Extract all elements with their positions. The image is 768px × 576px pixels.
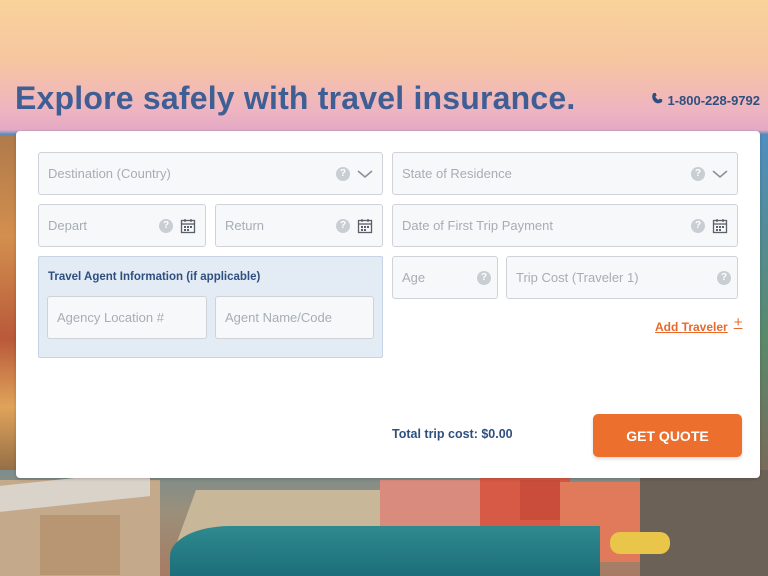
state-placeholder: State of Residence (402, 166, 512, 181)
background-cliff-left (0, 135, 16, 475)
age-placeholder: Age (402, 270, 426, 285)
trip-cost-placeholder: Trip Cost (Traveler 1) (516, 270, 639, 285)
agency-location-placeholder: Agency Location # (57, 310, 164, 325)
state-of-residence-select[interactable]: State of Residence ? (392, 152, 738, 195)
background-town-image (0, 470, 768, 576)
phone-link[interactable]: 1-800-228-9792 (651, 92, 760, 108)
background-cliff-right (760, 135, 768, 475)
return-date-input[interactable]: Return ? (215, 204, 383, 247)
hero-title: Explore safely with travel insurance. (15, 80, 576, 116)
first-payment-placeholder: Date of First Trip Payment (402, 218, 553, 233)
destination-placeholder: Destination (Country) (48, 166, 171, 181)
calendar-icon[interactable] (356, 217, 374, 235)
calendar-icon[interactable] (179, 217, 197, 235)
help-icon[interactable]: ? (336, 166, 350, 181)
phone-number: 1-800-228-9792 (667, 92, 760, 108)
return-placeholder: Return (225, 218, 265, 233)
plus-icon: + (733, 314, 743, 331)
help-icon[interactable]: ? (477, 270, 491, 285)
help-icon[interactable]: ? (691, 166, 705, 181)
help-icon[interactable]: ? (336, 218, 350, 233)
agency-location-input[interactable]: Agency Location # (47, 296, 207, 339)
phone-icon (651, 92, 664, 108)
agent-name-code-input[interactable]: Agent Name/Code (215, 296, 374, 339)
help-icon[interactable]: ? (691, 218, 705, 233)
total-trip-cost: Total trip cost: $0.00 (392, 427, 513, 441)
travel-agent-section: Travel Agent Information (if applicable)… (38, 256, 383, 358)
depart-placeholder: Depart (48, 218, 88, 233)
add-traveler-label: Add Traveler (655, 319, 728, 334)
age-input[interactable]: Age ? (392, 256, 498, 299)
first-trip-payment-date-input[interactable]: Date of First Trip Payment ? (392, 204, 738, 247)
quote-form-card: Destination (Country) ? State of Residen… (16, 131, 760, 478)
help-icon[interactable]: ? (717, 270, 731, 285)
travel-agent-title: Travel Agent Information (if applicable) (48, 271, 261, 283)
depart-date-input[interactable]: Depart ? (38, 204, 206, 247)
destination-select[interactable]: Destination (Country) ? (38, 152, 383, 195)
chevron-down-icon (712, 169, 728, 178)
add-traveler-link[interactable]: Add Traveler + (655, 314, 742, 335)
calendar-icon[interactable] (711, 217, 729, 235)
help-icon[interactable]: ? (159, 218, 173, 233)
trip-cost-input[interactable]: Trip Cost (Traveler 1) ? (506, 256, 738, 299)
agent-name-placeholder: Agent Name/Code (225, 310, 332, 325)
chevron-down-icon (357, 169, 373, 178)
get-quote-button[interactable]: GET QUOTE (593, 414, 742, 457)
